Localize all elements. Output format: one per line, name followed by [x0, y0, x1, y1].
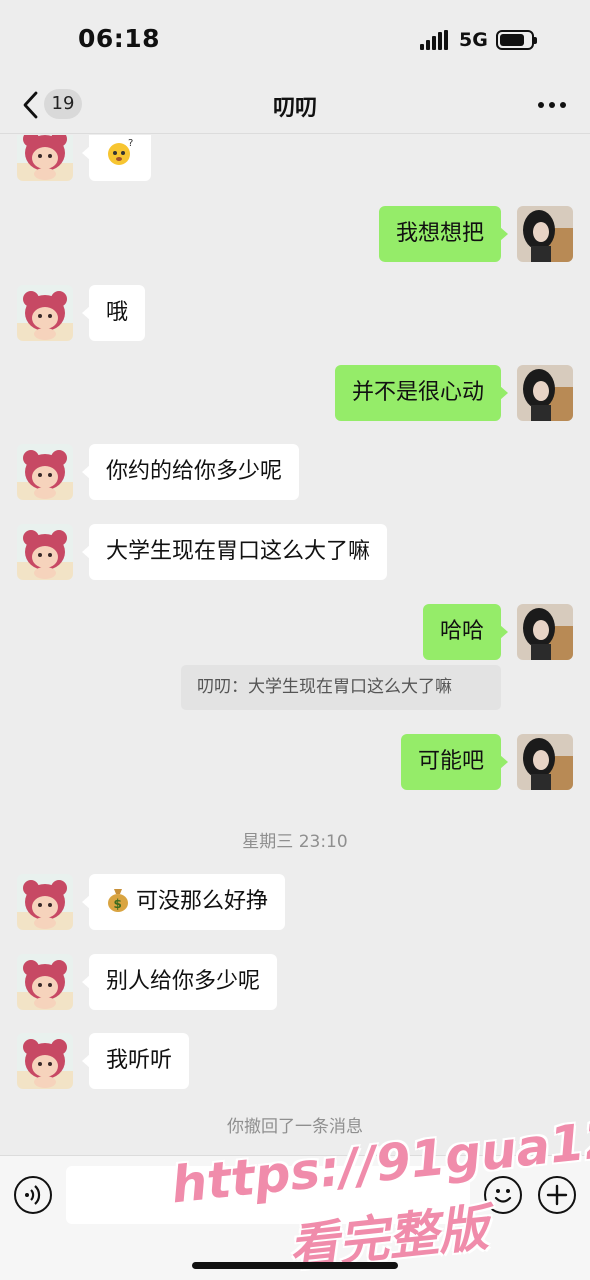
contact-avatar[interactable] — [17, 285, 73, 341]
chat-header: 19 叨叨 — [0, 78, 590, 134]
status-bar: 06:18 5G — [0, 0, 590, 78]
message-list[interactable]: ? 我想想把 哦 并不是很心动 你约的给你多少呢 大学生现在胃口这么大了嘛 哈哈… — [0, 135, 590, 1155]
message-bubble-outgoing[interactable]: 哈哈 — [422, 604, 509, 660]
message-bubble-incoming[interactable]: ? — [82, 135, 151, 181]
quoted-message[interactable]: 叨叨：大学生现在胃口这么大了嘛 — [181, 665, 501, 710]
message-bubble-outgoing[interactable]: 并不是很心动 — [334, 365, 509, 421]
more-options-icon[interactable] — [538, 102, 566, 108]
svg-text:?: ? — [128, 138, 133, 149]
plus-icon — [546, 1184, 568, 1206]
svg-text:$: $ — [114, 897, 122, 911]
emoji-icon — [494, 1189, 512, 1203]
my-avatar[interactable] — [517, 206, 573, 262]
message-bubble-incoming[interactable]: 大学生现在胃口这么大了嘛 — [81, 524, 388, 580]
message-bubble-incoming[interactable]: 我听听 — [81, 1033, 190, 1089]
message-input[interactable] — [66, 1166, 470, 1224]
contact-avatar[interactable] — [17, 1033, 73, 1089]
network-type: 5G — [459, 29, 488, 51]
message-bubble-incoming[interactable]: 哦 — [81, 285, 146, 341]
voice-input-button[interactable] — [14, 1176, 52, 1214]
home-indicator[interactable] — [192, 1262, 398, 1269]
status-time: 06:18 — [78, 24, 161, 53]
contact-avatar[interactable] — [17, 444, 73, 500]
contact-avatar[interactable] — [17, 954, 73, 1010]
contact-avatar[interactable] — [17, 135, 73, 181]
message-bubble-outgoing[interactable]: 我想想把 — [378, 206, 509, 262]
my-avatar[interactable] — [517, 734, 573, 790]
battery-icon — [496, 30, 537, 50]
voice-icon — [25, 1185, 41, 1205]
confused-face-sticker-icon: ? — [108, 138, 133, 165]
my-avatar[interactable] — [517, 365, 573, 421]
message-bubble-incoming[interactable]: 别人给你多少呢 — [81, 954, 278, 1010]
timestamp-divider: 星期三 23:10 — [242, 832, 348, 852]
emoji-button[interactable] — [484, 1176, 522, 1214]
more-functions-button[interactable] — [538, 1176, 576, 1214]
signal-strength-icon — [420, 30, 450, 50]
contact-avatar[interactable] — [17, 874, 73, 930]
chat-title: 叨叨 — [272, 96, 317, 121]
message-bubble-incoming[interactable]: $ 可没那么好挣 — [81, 874, 286, 930]
my-avatar[interactable] — [517, 604, 573, 660]
money-bag-icon: $ — [108, 889, 128, 912]
message-bubble-incoming[interactable]: 你约的给你多少呢 — [81, 444, 300, 500]
message-text: 可没那么好挣 — [136, 889, 269, 914]
recall-notice: 你撤回了一条消息 — [227, 1117, 363, 1137]
contact-avatar[interactable] — [17, 524, 73, 580]
message-bubble-outgoing[interactable]: 可能吧 — [400, 734, 509, 790]
